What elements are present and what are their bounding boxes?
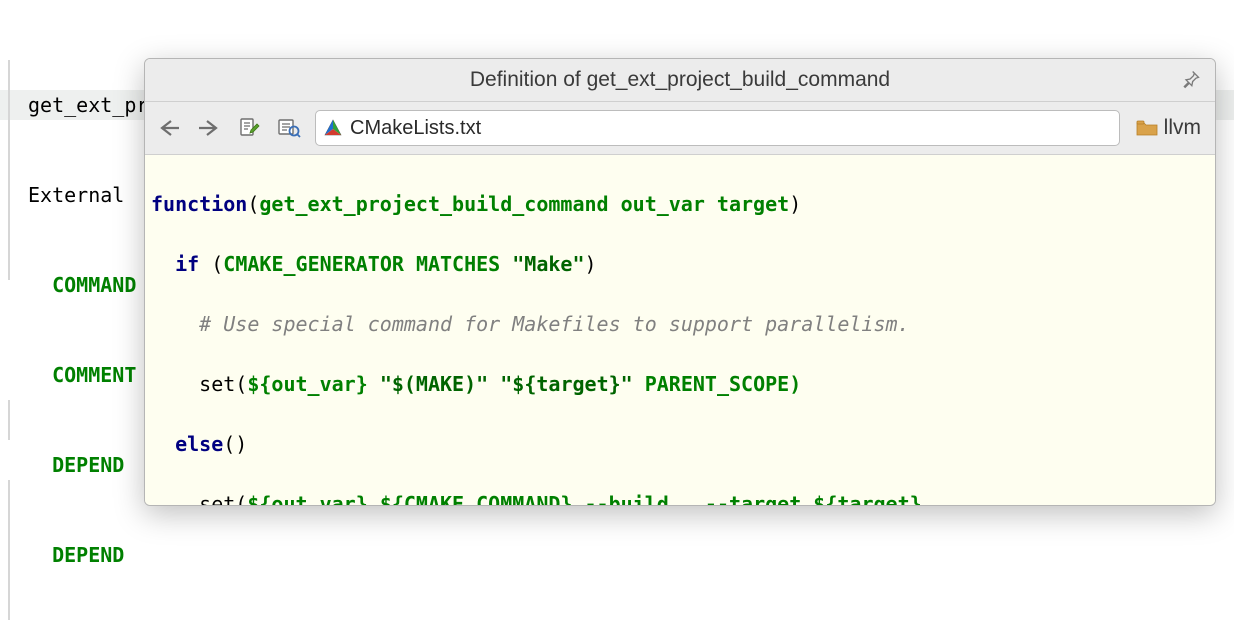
popup-title-bar: Definition of get_ext_project_build_comm… (145, 59, 1215, 102)
gutter (8, 0, 20, 620)
folder-icon (1136, 119, 1158, 137)
popup-code-line[interactable]: set(${out_var} ${CMAKE_COMMAND} --build … (151, 489, 1209, 506)
popup-code-line[interactable]: function(get_ext_project_build_command o… (151, 189, 1209, 219)
file-name-text: CMakeLists.txt (350, 113, 481, 143)
show-in-list-button[interactable] (275, 114, 303, 142)
popup-code-line[interactable]: # Use special command for Makefiles to s… (151, 309, 1209, 339)
popup-code-line[interactable]: if (CMAKE_GENERATOR MATCHES "Make") (151, 249, 1209, 279)
popup-title-text: Definition of get_ext_project_build_comm… (470, 68, 890, 91)
back-button[interactable] (155, 114, 183, 142)
popup-code-body[interactable]: function(get_ext_project_build_command o… (145, 155, 1215, 506)
popup-code-line[interactable]: else() (151, 429, 1209, 459)
forward-button[interactable] (195, 114, 223, 142)
popup-code-line[interactable]: set(${out_var} "$(MAKE)" "${target}" PAR… (151, 369, 1209, 399)
cmake-file-icon (324, 119, 342, 137)
pin-icon[interactable] (1181, 69, 1201, 89)
scope-text: llvm (1164, 113, 1201, 143)
popup-toolbar: CMakeLists.txt llvm (145, 102, 1215, 155)
code-line[interactable]: DEPEND (0, 540, 1234, 570)
scope-indicator[interactable]: llvm (1136, 113, 1201, 143)
definition-popup: Definition of get_ext_project_build_comm… (144, 58, 1216, 506)
edit-source-button[interactable] (235, 114, 263, 142)
file-path-field[interactable]: CMakeLists.txt (315, 110, 1120, 146)
